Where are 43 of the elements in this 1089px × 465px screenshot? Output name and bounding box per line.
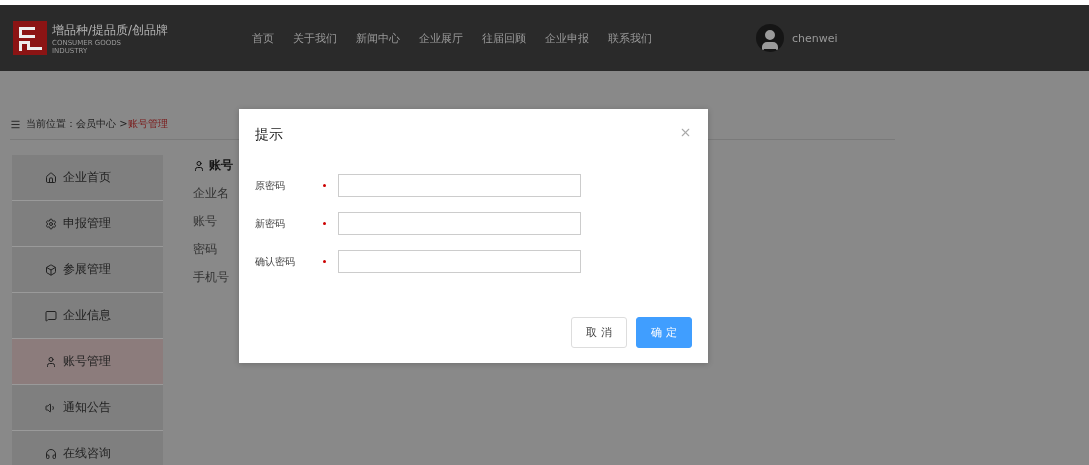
headset-icon bbox=[45, 447, 57, 460]
logo-slogan: 增品种/提品质/创品牌 bbox=[52, 21, 169, 39]
confirm-button[interactable]: 确 定 bbox=[636, 317, 692, 348]
password-field[interactable] bbox=[338, 174, 581, 197]
user-icon bbox=[193, 159, 205, 172]
nav-link[interactable]: 新闻中心 bbox=[356, 30, 400, 46]
logo-icon bbox=[12, 20, 48, 56]
sidebar-item[interactable]: 通知公告 bbox=[12, 385, 163, 431]
nav-link[interactable]: 首页 bbox=[252, 30, 274, 46]
sidebar-item[interactable]: 企业信息 bbox=[12, 293, 163, 339]
user-icon bbox=[45, 355, 57, 368]
field-label: 手机号 bbox=[193, 269, 230, 286]
field-label: 企业名 bbox=[193, 185, 230, 202]
section-heading: 账号 bbox=[209, 157, 233, 174]
sidebar-item[interactable]: 在线咨询 bbox=[12, 431, 163, 465]
field-label: 确认密码 bbox=[255, 254, 296, 269]
field-label: 新密码 bbox=[255, 216, 286, 231]
dialog-title: 提示 bbox=[255, 126, 283, 144]
nav-link[interactable]: 企业申报 bbox=[545, 30, 589, 46]
cancel-button[interactable]: 取 消 bbox=[571, 317, 627, 348]
sidebar-item[interactable]: 企业首页 bbox=[12, 155, 163, 201]
password-field[interactable] bbox=[338, 250, 581, 273]
sidebar-item[interactable]: 账号管理 bbox=[12, 339, 163, 385]
settings-icon bbox=[45, 217, 57, 230]
chat-icon bbox=[45, 309, 57, 322]
nav-link[interactable]: 联系我们 bbox=[608, 30, 652, 46]
field-label: 密码 bbox=[193, 241, 218, 258]
speaker-icon bbox=[45, 401, 57, 414]
menu-icon bbox=[10, 118, 21, 130]
cube-icon bbox=[45, 263, 57, 276]
close-button[interactable] bbox=[679, 126, 692, 139]
nav-link[interactable]: 往届回顾 bbox=[482, 30, 526, 46]
avatar-icon[interactable] bbox=[756, 24, 784, 52]
user-name[interactable]: chenwei bbox=[792, 31, 838, 45]
home-icon bbox=[45, 171, 57, 184]
breadcrumb: 当前位置：会员中心 >账号管理 bbox=[26, 117, 168, 131]
nav-link[interactable]: 企业展厅 bbox=[419, 30, 463, 46]
sidebar-item[interactable]: 申报管理 bbox=[12, 201, 163, 247]
password-field[interactable] bbox=[338, 212, 581, 235]
field-label: 账号 bbox=[193, 213, 218, 230]
sidebar-item[interactable]: 参展管理 bbox=[12, 247, 163, 293]
nav-link[interactable]: 关于我们 bbox=[293, 30, 337, 46]
field-label: 原密码 bbox=[255, 178, 286, 193]
